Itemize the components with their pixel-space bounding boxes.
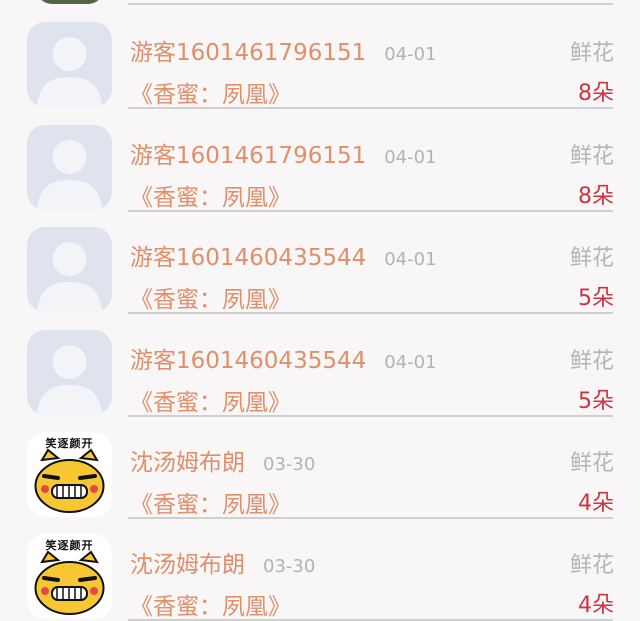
gift-count: 5朵 [578, 389, 614, 414]
date: 04-01 [384, 352, 437, 373]
user-name[interactable]: 游客1601461796151 [130, 33, 366, 67]
avatar-caption: 笑逐颜开 [45, 539, 94, 552]
avatar-laughing-cat-icon[interactable]: 笑逐颜开 [27, 534, 112, 619]
gift-type: 鲜花 [569, 451, 614, 476]
list-item[interactable]: 游客1601460435544 04-01 《香蜜：夙凰》 鲜花 5朵 [0, 210, 640, 314]
list-item[interactable]: 笑逐颜开 沈汤姆布朗 03-30 《香蜜：夙凰》 鲜花 4朵 [0, 415, 640, 519]
book-title[interactable]: 《香蜜：夙凰》 [130, 75, 291, 109]
date: 04-01 [384, 249, 437, 270]
list-item[interactable]: 笑逐颜开 沈汤姆布朗 03-30 《香蜜：夙凰》 鲜花 4朵 [0, 517, 640, 621]
list-item[interactable]: 游客1601461796151 04-01 《香蜜：夙凰》 鲜花 8朵 [0, 5, 640, 109]
gift-type: 鲜花 [569, 144, 614, 169]
book-title[interactable]: 《香蜜：夙凰》 [130, 178, 291, 212]
date: 04-01 [384, 147, 437, 168]
avatar-default-icon[interactable] [27, 22, 112, 107]
gift-count: 8朵 [578, 81, 614, 106]
list-item[interactable]: 游客1601460435544 04-01 《香蜜：夙凰》 鲜花 5朵 [0, 313, 640, 417]
avatar-default-icon[interactable] [27, 125, 112, 210]
gift-count: 4朵 [578, 593, 614, 618]
gift-count: 4朵 [578, 491, 614, 516]
avatar-default-icon[interactable] [27, 330, 112, 415]
avatar-caption: 笑逐颜开 [45, 437, 94, 450]
book-title[interactable]: 《香蜜：夙凰》 [130, 280, 291, 314]
avatar-laughing-cat-icon[interactable]: 笑逐颜开 [27, 432, 112, 517]
gift-type: 鲜花 [569, 349, 614, 374]
avatar-default-icon[interactable] [27, 227, 112, 312]
date: 03-30 [263, 454, 316, 475]
gift-count: 5朵 [578, 286, 614, 311]
user-name[interactable]: 沈汤姆布朗 [130, 545, 245, 579]
avatar[interactable] [36, 0, 104, 4]
user-name[interactable]: 游客1601460435544 [130, 238, 366, 272]
book-title[interactable]: 《香蜜：夙凰》 [130, 587, 291, 621]
book-title[interactable]: 《香蜜：夙凰》 [130, 485, 291, 519]
user-name[interactable]: 沈汤姆布朗 [130, 443, 245, 477]
date: 03-30 [263, 556, 316, 577]
gift-record-list: 游客1601461796151 04-01 《香蜜：夙凰》 鲜花 8朵 游客160… [0, 0, 640, 621]
list-item[interactable]: 游客1601461796151 04-01 《香蜜：夙凰》 鲜花 8朵 [0, 108, 640, 212]
gift-type: 鲜花 [569, 246, 614, 271]
gift-type: 鲜花 [569, 553, 614, 578]
user-name[interactable]: 游客1601460435544 [130, 341, 366, 375]
user-name[interactable]: 游客1601461796151 [130, 136, 366, 170]
date: 04-01 [384, 44, 437, 65]
gift-type: 鲜花 [569, 41, 614, 66]
book-title[interactable]: 《香蜜：夙凰》 [130, 383, 291, 417]
gift-count: 8朵 [578, 184, 614, 209]
